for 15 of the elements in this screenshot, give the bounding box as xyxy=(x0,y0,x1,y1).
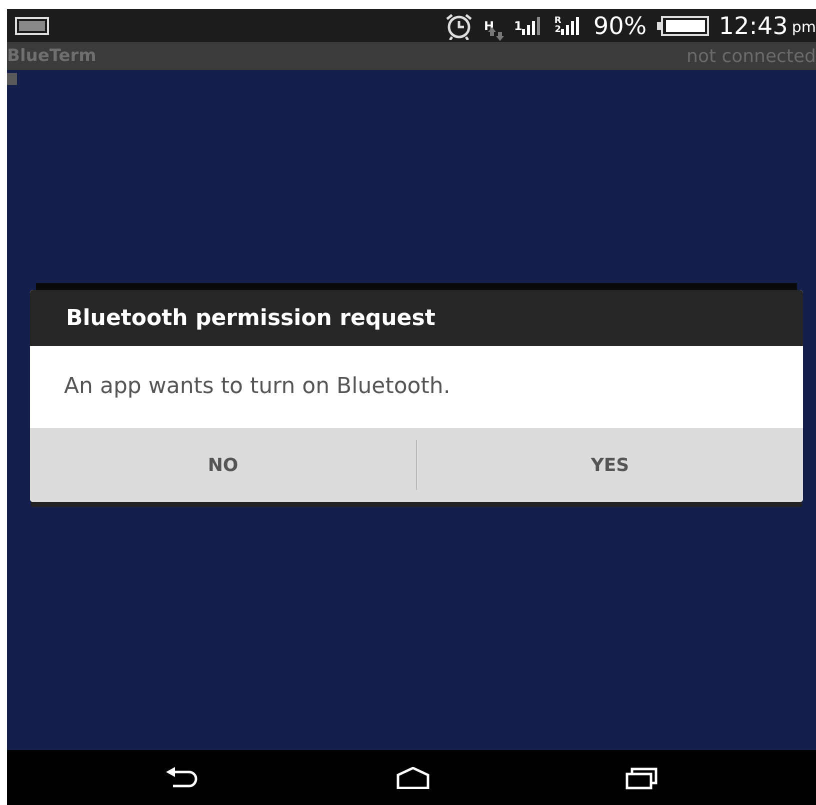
terminal-cursor xyxy=(7,73,17,85)
home-icon[interactable] xyxy=(396,766,430,788)
alarm-icon xyxy=(444,12,474,40)
dialog-button[interactable]: YES xyxy=(417,428,803,502)
dialog-title: Bluetooth permission request xyxy=(30,290,803,346)
sim1-label: 1 xyxy=(514,20,522,32)
battery-percent: 90% xyxy=(593,12,647,40)
clock-time: 12:43 xyxy=(718,12,788,40)
picture-notification-icon xyxy=(15,16,49,34)
battery-icon xyxy=(656,16,709,36)
dialog-message: An app wants to turn on Bluetooth. xyxy=(63,373,452,401)
clock-ampm: pm xyxy=(792,18,816,36)
dialog-button[interactable]: NO xyxy=(30,428,416,502)
recent-apps-icon[interactable] xyxy=(624,766,658,790)
sim2-label: R 2 xyxy=(554,17,562,34)
